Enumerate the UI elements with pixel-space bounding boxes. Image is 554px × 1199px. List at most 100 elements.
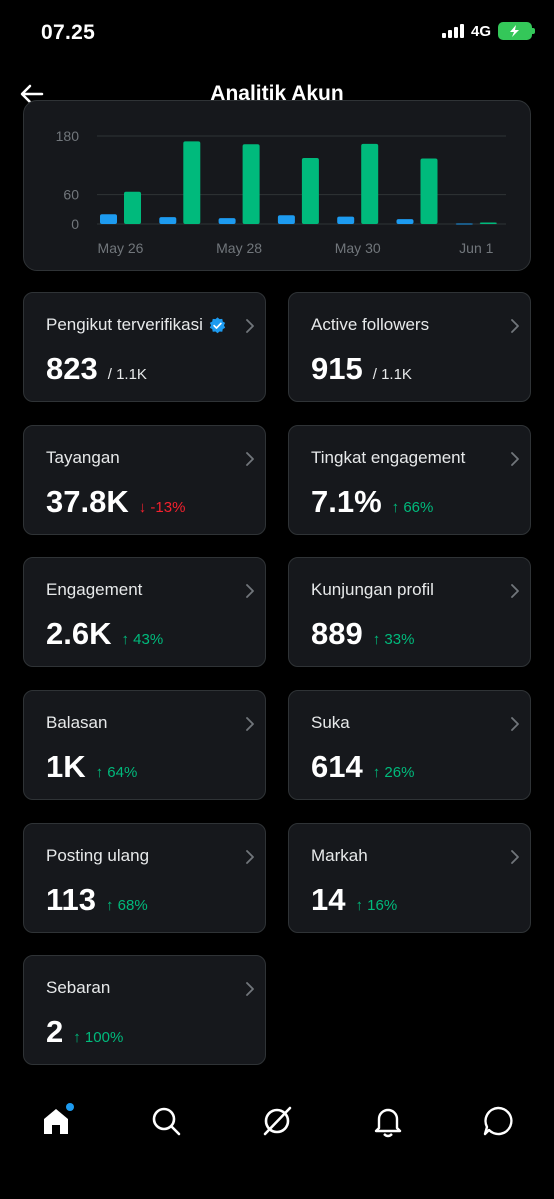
chevron-right-icon (511, 452, 519, 466)
metric-value: 1K (46, 749, 86, 784)
metric-label-text: Tayangan (46, 448, 120, 467)
metric-change: ↑ 33% (372, 631, 415, 648)
metric-label-text: Posting ulang (46, 846, 150, 865)
messages-icon (483, 1106, 513, 1136)
metric-change: ↑ 100% (73, 1029, 124, 1046)
chart-bar[interactable] (301, 158, 319, 224)
metric-change: ↑ 68% (106, 897, 148, 914)
metric-label-text: Kunjungan profil (311, 580, 434, 599)
chart-bar[interactable] (396, 219, 414, 224)
metric-value: 889 (311, 616, 363, 651)
chevron-right-icon (246, 452, 254, 466)
nav-notifications[interactable] (370, 1103, 406, 1139)
metric-value-row: 614 ↑ 26% (311, 749, 414, 785)
metric-label-text: Balasan (46, 713, 108, 732)
chart-bar[interactable] (455, 223, 473, 225)
network-type: 4G (470, 22, 491, 40)
bar-chart: 180 60 0 May 26 May 28 May 30 Jun 1 (56, 128, 506, 256)
metric-label: Sebaran (46, 978, 110, 998)
x-tick-label: May 30 (335, 240, 381, 256)
grok-icon (263, 1106, 292, 1136)
metric-change: ↑ 66% (391, 499, 434, 516)
metric-value-row: 37.8K ↓ -13% (46, 484, 185, 520)
metric-card[interactable]: Kunjungan profil 889 ↑ 33% (288, 557, 531, 667)
metric-value-row: 889 ↑ 33% (311, 616, 414, 652)
chart-bar[interactable] (218, 218, 236, 224)
metric-label: Engagement (46, 580, 142, 600)
metric-value-row: 2 ↑ 100% (46, 1014, 123, 1050)
metric-value-row: 2.6K ↑ 43% (46, 616, 163, 652)
metric-value-row: 7.1% ↑ 66% (311, 484, 433, 520)
chart-bar[interactable] (183, 141, 201, 224)
chevron-right-icon (511, 850, 519, 864)
chart-card: 180 60 0 May 26 May 28 May 30 Jun 1 (23, 100, 531, 271)
metric-value-row: 113 ↑ 68% (46, 882, 148, 918)
metric-label-text: Pengikut terverifikasi (46, 315, 203, 334)
metric-value-row: 915 / 1.1K (311, 351, 412, 387)
chart-bar[interactable] (337, 216, 355, 224)
status-indicators: 4G (441, 22, 535, 40)
metric-label-text: Markah (311, 846, 368, 865)
x-tick-label: Jun 1 (459, 240, 493, 256)
y-tick-label: 0 (71, 216, 79, 232)
metric-change: ↑ 16% (355, 897, 398, 914)
nav-grok[interactable] (259, 1103, 295, 1139)
metric-value: 14 (311, 882, 346, 917)
chart-bar[interactable] (420, 158, 438, 224)
chevron-right-icon (511, 717, 519, 731)
chart-bar[interactable] (159, 217, 177, 224)
metric-label-text: Sebaran (46, 978, 111, 997)
notification-dot (66, 1103, 74, 1111)
chart-bar[interactable] (479, 222, 497, 224)
metric-label: Posting ulang (46, 846, 149, 866)
status-bar: 07.25 4G (0, 0, 554, 66)
metric-card[interactable]: Markah 14 ↑ 16% (288, 823, 531, 933)
metric-card[interactable]: Active followers 915 / 1.1K (288, 292, 531, 402)
metric-card[interactable]: Engagement 2.6K ↑ 43% (23, 557, 266, 667)
metric-label-text: Tingkat engagement (311, 448, 466, 467)
status-time: 07.25 (41, 21, 96, 44)
metric-card[interactable]: Tayangan 37.8K ↓ -13% (23, 425, 266, 535)
metric-value-row: 14 ↑ 16% (311, 882, 397, 918)
chevron-right-icon (246, 850, 254, 864)
metric-card[interactable]: Balasan 1K ↑ 64% (23, 690, 266, 800)
chevron-right-icon (246, 717, 254, 731)
metric-change: ↑ 64% (95, 764, 138, 781)
chart-bar[interactable] (277, 215, 295, 224)
metric-card[interactable]: Pengikut terverifikasi 823 / 1.1K (23, 292, 266, 402)
metric-label-text: Suka (311, 713, 350, 732)
metric-value: 37.8K (46, 484, 129, 519)
metric-value-row: 823 / 1.1K (46, 351, 147, 387)
chart-bar[interactable] (361, 143, 379, 224)
metric-value: 2.6K (46, 616, 112, 651)
x-tick-label: May 28 (216, 240, 262, 256)
nav-home[interactable] (38, 1103, 74, 1139)
chevron-right-icon (511, 319, 519, 333)
notifications-icon (374, 1108, 402, 1138)
chart-bar[interactable] (124, 191, 141, 224)
metric-label-text: Engagement (46, 580, 143, 599)
signal-icon (441, 24, 464, 38)
metric-label-text: Active followers (311, 315, 430, 334)
metric-value: 614 (311, 749, 363, 784)
metric-change: ↑ 26% (372, 764, 415, 781)
bottom-navigation (0, 1085, 554, 1199)
chart-bar[interactable] (100, 214, 117, 224)
metric-card[interactable]: Suka 614 ↑ 26% (288, 690, 531, 800)
metric-label: Tayangan (46, 448, 120, 468)
metric-card[interactable]: Sebaran 2 ↑ 100% (23, 955, 266, 1065)
nav-messages[interactable] (480, 1103, 516, 1139)
chevron-right-icon (246, 319, 254, 333)
x-tick-label: May 26 (98, 240, 144, 256)
chart-bar[interactable] (242, 144, 260, 224)
metric-card[interactable]: Tingkat engagement 7.1% ↑ 66% (288, 425, 531, 535)
metric-label: Suka (311, 713, 350, 733)
metric-label: Active followers (311, 315, 429, 335)
metric-value: 823 (46, 351, 98, 386)
chevron-right-icon (511, 584, 519, 598)
metric-value-row: 1K ↑ 64% (46, 749, 137, 785)
metric-card[interactable]: Posting ulang 113 ↑ 68% (23, 823, 266, 933)
nav-search[interactable] (148, 1103, 184, 1139)
metric-label: Tingkat engagement (311, 448, 465, 468)
y-tick-label: 60 (63, 187, 79, 203)
